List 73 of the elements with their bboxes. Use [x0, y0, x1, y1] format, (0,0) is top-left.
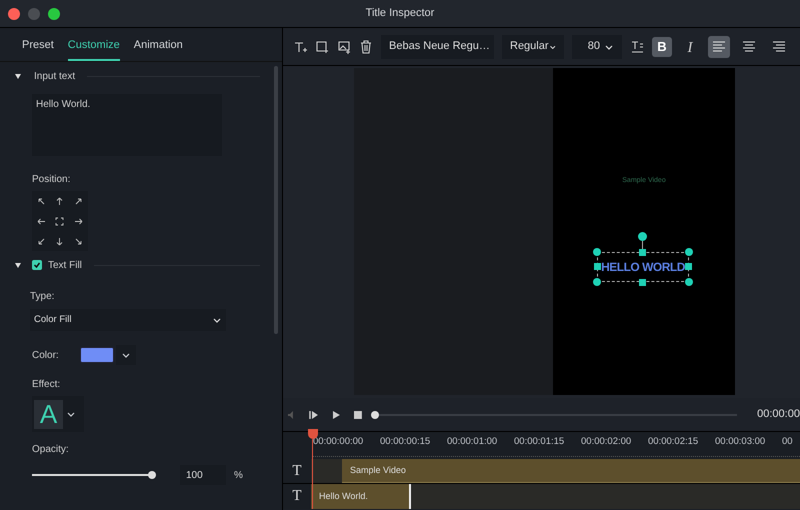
field-label: Color: [32, 348, 60, 362]
window-title: Title Inspector [366, 6, 434, 22]
playhead-knob[interactable] [370, 410, 378, 418]
timeline-clip[interactable]: Sample Video [342, 459, 800, 483]
disclosure-triangle-icon[interactable] [14, 72, 22, 80]
arrow-icon[interactable] [55, 236, 64, 246]
style-dropdown[interactable]: Regular [502, 34, 564, 58]
timeline-clip[interactable]: Hello World. [311, 484, 411, 509]
stop-icon[interactable] [352, 410, 362, 420]
tab[interactable]: Preset [22, 36, 54, 61]
field-label: Effect: [32, 378, 62, 392]
disclosure-triangle-icon[interactable] [14, 261, 22, 269]
arrow-icon[interactable] [36, 196, 46, 206]
trash-icon[interactable] [359, 40, 373, 54]
timecode-label: 00:00:00:15 [380, 435, 432, 449]
timecode-label: 00:00:01:15 [514, 435, 566, 449]
playhead-handle[interactable] [308, 429, 318, 439]
track-type-icon: T [292, 460, 302, 482]
title-text: HELLO WORLD [601, 259, 685, 275]
field-label: Type: [30, 290, 56, 304]
align-icon [741, 38, 757, 54]
arrow-icon[interactable] [74, 236, 84, 246]
italic-button[interactable]: I [680, 36, 700, 56]
align-icon [771, 38, 787, 54]
size-dropdown[interactable]: 80 [572, 34, 622, 58]
timecode-label: 00:00:00:00 [313, 435, 364, 449]
track-type-icon: T [292, 485, 302, 508]
resize-handle[interactable] [639, 249, 646, 256]
type-dropdown[interactable]: Color Fill [30, 309, 226, 331]
field-label: Opacity: [32, 443, 70, 457]
center-icon[interactable] [55, 216, 64, 226]
font-dropdown[interactable]: Bebas Neue Regu… [381, 34, 494, 58]
resize-handle[interactable] [639, 279, 646, 286]
timecode-label: 00 [782, 435, 793, 449]
align-button[interactable] [708, 36, 730, 58]
align-icon [711, 38, 727, 54]
slider-thumb[interactable] [148, 471, 156, 479]
unit-label: % [234, 468, 243, 482]
crop-icon[interactable] [315, 40, 329, 54]
caret-icon[interactable] [121, 351, 131, 359]
tab[interactable]: Animation [134, 36, 183, 61]
tab[interactable]: Customize [68, 36, 120, 61]
add-text-icon[interactable] [293, 40, 307, 54]
arrow-icon[interactable] [74, 216, 84, 226]
color-swatch[interactable] [80, 347, 114, 363]
caret-icon[interactable] [604, 42, 614, 50]
text-spacing-icon[interactable] [630, 40, 644, 54]
scrollbar[interactable] [274, 66, 278, 334]
timecode-label: 00:00:02:00 [581, 435, 632, 449]
add-image-icon[interactable] [337, 40, 351, 54]
field-label: Position: [32, 173, 72, 187]
zoom-button[interactable] [48, 8, 60, 20]
play-icon[interactable] [330, 410, 341, 420]
bold-button[interactable]: B [652, 36, 672, 56]
arrow-icon[interactable] [36, 216, 46, 226]
section-title: Input text [34, 70, 76, 84]
arrow-icon[interactable] [74, 196, 84, 206]
text-input-field[interactable]: Hello World. [32, 94, 222, 156]
caret-icon[interactable] [66, 410, 76, 418]
time-display: 00:00:00 [757, 407, 800, 422]
timecode-label: 00:00:01:00 [447, 435, 498, 449]
timecode-label: 00:00:03:00 [715, 435, 766, 449]
section-title: Text Fill [48, 258, 82, 272]
arrow-icon[interactable] [36, 236, 46, 246]
position-grid[interactable] [32, 191, 88, 251]
opacity-input-field[interactable]: 100 [180, 465, 226, 485]
caret-icon[interactable] [212, 316, 222, 324]
arrow-icon[interactable] [55, 196, 64, 206]
step-forward-icon[interactable] [308, 410, 319, 420]
close-button[interactable] [8, 8, 20, 20]
effect-preset-button[interactable]: A [34, 400, 63, 428]
timecode-label: 00:00:02:15 [648, 435, 700, 449]
color-dropdown-button[interactable] [116, 345, 136, 365]
